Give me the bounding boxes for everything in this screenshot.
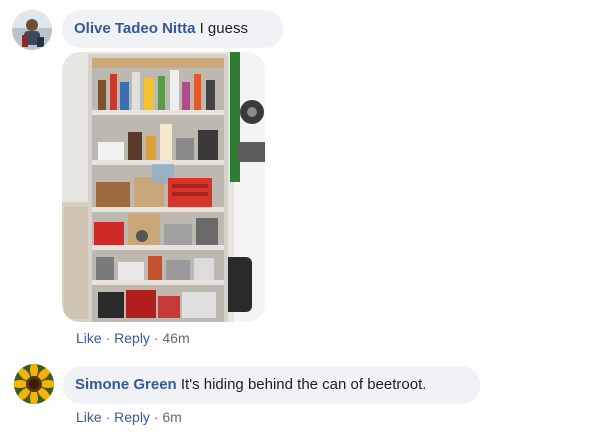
comment-text: I guess [199,20,248,37]
separator: · [105,330,111,346]
like-button[interactable]: Like [76,330,102,346]
sunflower-avatar-icon [14,364,54,404]
shelf-photo-image [62,52,265,322]
comment-author[interactable]: Simone Green [75,376,177,393]
reply-button[interactable]: Reply [114,409,150,425]
avatar[interactable] [14,364,54,404]
person-avatar-icon [12,10,52,50]
comment-text: It's hiding behind the can of beetroot. [180,376,427,393]
comment-timestamp[interactable]: 46m [162,330,189,346]
separator: · [105,409,111,425]
comment-actions: Like · Reply · 46m [76,330,190,346]
comment-author[interactable]: Olive Tadeo Nitta [74,20,195,37]
comment-bubble: Olive Tadeo Nitta I guess [62,10,283,48]
comment-bubble: Simone Green It's hiding behind the can … [63,366,480,404]
comment-photo[interactable] [62,52,265,322]
avatar[interactable] [12,10,52,50]
comment-timestamp[interactable]: 6m [162,409,181,425]
like-button[interactable]: Like [76,409,102,425]
separator: · [153,330,159,346]
reply-button[interactable]: Reply [114,330,150,346]
comment-actions: Like · Reply · 6m [76,409,182,425]
separator: · [153,409,159,425]
